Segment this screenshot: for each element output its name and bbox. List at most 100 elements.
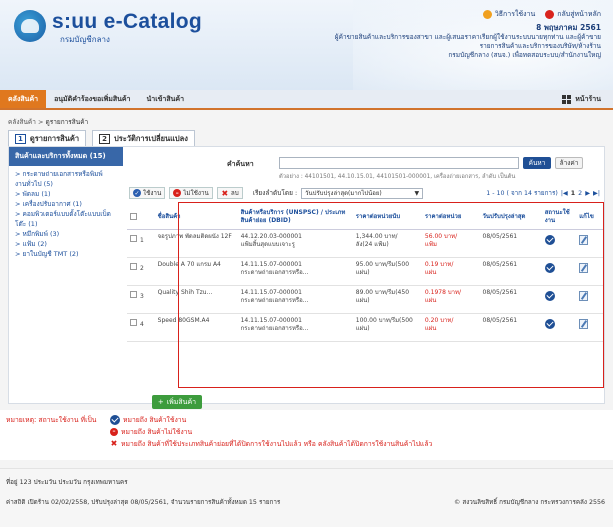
row-checkbox[interactable] (130, 290, 137, 298)
search-input[interactable] (279, 157, 519, 169)
logo-icon[interactable] (14, 10, 46, 42)
col-header[interactable]: ชื่อสินค้า (154, 205, 238, 230)
disable-button[interactable]: – ไม่ใช้งาน (169, 187, 213, 199)
product-name[interactable]: Double A 70 แกรม A4 (154, 257, 238, 286)
col-header[interactable]: สินค้าหรือบริการ (UNSPSC) / ประเภทสินค้า… (237, 205, 353, 230)
row-checkbox[interactable] (130, 318, 137, 326)
storefront-link[interactable]: หน้าร้าน (562, 90, 613, 108)
sidebar-item[interactable]: โต๊ะ (1) (15, 219, 117, 229)
check-icon: ✓ (133, 189, 141, 197)
edit-icon[interactable] (579, 234, 589, 245)
col-header[interactable]: วันปรับปรุงล่าสุด (479, 205, 542, 230)
tab-product-list[interactable]: 1 ดูรายการสินค้า (8, 130, 87, 146)
sub-category: กระดาษถ่ายเอกสารหรือ... (240, 325, 309, 332)
unit-price-cell: 89.00 บาท/รีม(450 แผ่น) (352, 285, 422, 314)
storefront-label: หน้าร้าน (575, 94, 601, 103)
notes-title: หมายเหตุ: สถานะใช้งาน ที่เป็น (6, 416, 97, 424)
org-line: กรมบัญชีกลาง (สนจ.) เพื่อทดสอบระบบ/สำนัก… (448, 51, 601, 59)
breadcrumb-separator: > (38, 118, 44, 126)
row-select-cell: 3 (127, 285, 155, 314)
sort-select[interactable]: วันปรับปรุงล่าสุด(มากไปน้อย) ▼ (301, 187, 424, 199)
tab-history[interactable]: 2 ประวัติการเปลี่ยนแปลง (92, 130, 195, 146)
per-item-price: 0.1978 บาท/ (424, 288, 461, 296)
check-circle-icon (544, 262, 555, 273)
sidebar-item[interactable]: > แฟ้ม (2) (15, 239, 117, 249)
content-area: คำค้นหา ค้นหา ล้างค่า ตัวอย่าง : 4410150… (127, 147, 604, 403)
updated-date: 08/05/2561 (479, 313, 542, 342)
add-product-button[interactable]: + เพิ่มสินค้า (152, 395, 202, 409)
table-row[interactable]: 3 Quality Shih Tzu... 14.11.15.07-000001 กร… (127, 285, 604, 314)
add-product-label: เพิ่มสินค้า (166, 397, 197, 406)
check-circle-icon (110, 414, 120, 425)
table-row[interactable]: 2 Double A 70 แกรม A4 14.11.15.07-000001 กร… (127, 257, 604, 286)
page-number[interactable]: 2 (578, 190, 582, 197)
breadcrumb-root[interactable]: คลังสินค้า (8, 118, 36, 126)
nav-item-warehouse[interactable]: คลังสินค้า (0, 90, 47, 108)
col-header[interactable]: สถานะใช้งาน (541, 205, 577, 230)
updated-date: 08/05/2561 (479, 285, 542, 314)
product-name[interactable]: จอรูปภาพ พัดลมติดผนัง 12F (154, 229, 238, 258)
unit-price-cell: 95.00 บาท/รีม(500 แผ่น) (352, 257, 422, 286)
next-page-icon[interactable]: ▶ (585, 190, 590, 197)
unit-price-unit: แผ่น) (355, 269, 370, 276)
row-select-cell: 1 (127, 229, 155, 258)
sidebar-item[interactable]: > กระดาษถ่ายเอกสารหรือพิมพ์ (15, 169, 117, 179)
col-header: แก้ไข (576, 205, 604, 230)
disable-label: ไม่ใช้งาน (183, 190, 209, 197)
manual-link[interactable]: วิธีการใช้งาน (482, 9, 536, 20)
product-name[interactable]: Quality Shih Tzu... (154, 285, 238, 314)
logo-title[interactable]: s:uu e-Catalog (52, 10, 202, 34)
home-link[interactable]: กลับสู่หน้าหลัก (545, 9, 601, 20)
sidebar-item[interactable]: งานทั่วไป (5) (15, 179, 117, 189)
clear-button[interactable]: ล้างค่า (555, 157, 583, 169)
sidebar-item[interactable]: > เครื่องปรับอากาศ (1) (15, 199, 117, 209)
manual-link-label: วิธีการใช้งาน (494, 10, 536, 18)
nav-item-approve[interactable]: อนุมัติคำร้องขอเพิ่มสินค้า (46, 90, 138, 108)
col-header[interactable]: ราคาต่อหน่วยนับ (352, 205, 422, 230)
close-icon: ✖ (110, 439, 118, 448)
status-cell (541, 313, 577, 342)
page-number[interactable]: 1 (571, 190, 575, 197)
product-name[interactable]: Speed 80GSM.A4 (154, 313, 238, 342)
product-code-cell: 14.11.15.07-000001 กระดาษถ่ายเอกสารหรือ..… (237, 285, 353, 314)
sidebar-item[interactable]: > คอมพิวเตอร์แบบตั้งโต๊ะแบบเบ็ด (15, 209, 117, 219)
note-text: หมายถึง สินค้าใช้งาน (123, 416, 187, 424)
last-page-icon[interactable]: ▶| (593, 190, 600, 197)
note-disabled: – หมายถึง สินค้าไม่ใช้งาน (110, 426, 192, 437)
col-header[interactable]: ราคาต่อหน่วย (421, 205, 480, 230)
updated-date: 08/05/2561 (479, 229, 542, 258)
sidebar-item[interactable]: > หมึกพิมพ์ (3) (15, 229, 117, 239)
sidebar-item[interactable]: > พัดลม (1) (15, 189, 117, 199)
edit-icon[interactable] (579, 318, 589, 329)
chevron-down-icon: ▼ (414, 189, 420, 197)
breadcrumb-current: ดูรายการสินค้า (45, 118, 89, 126)
sidebar-item[interactable]: > ยาในบัญชี TMT (2) (15, 249, 117, 259)
product-code-cell: 14.11.15.07-000001 กระดาษถ่ายเอกสารหรือ..… (237, 313, 353, 342)
table-row[interactable]: 1 จอรูปภาพ พัดลมติดผนัง 12F 44.12.20.03-00… (127, 229, 604, 258)
home-icon (545, 10, 555, 19)
edit-icon[interactable] (579, 262, 589, 273)
row-number: 4 (140, 320, 144, 328)
nav-item-import[interactable]: นำเข้าสินค้า (139, 90, 193, 108)
edit-cell (576, 313, 604, 342)
legend-notes: หมายเหตุ: สถานะใช้งาน ที่เป็น หมายถึง สิ… (0, 410, 613, 460)
sub-category: กระดาษถ่ายเอกสารหรือ... (240, 297, 309, 304)
breadcrumb: คลังสินค้า > ดูรายการสินค้า (8, 117, 88, 127)
logo-subtitle: กรมบัญชีกลาง (60, 35, 110, 44)
enable-button[interactable]: ✓ ใช้งาน (129, 187, 166, 199)
edit-icon[interactable] (579, 290, 589, 301)
select-all-checkbox[interactable] (130, 212, 137, 220)
check-circle-icon (544, 290, 555, 301)
row-checkbox[interactable] (130, 262, 137, 270)
per-item-price-cell: 56.00 บาท/แฟ้ม (421, 229, 480, 258)
tab-label: ดูรายการสินค้า (29, 133, 80, 143)
table-row[interactable]: 4 Speed 80GSM.A4 14.11.15.07-000001 กระดาษถ… (127, 313, 604, 342)
sidebar-header[interactable]: สินค้าและบริการทั้งหมด (15) (9, 147, 123, 166)
unspsc-code: 14.11.15.07-000001 (240, 260, 302, 268)
delete-label: ลบ (230, 190, 239, 197)
first-page-icon[interactable]: |◀ (561, 190, 568, 197)
search-button[interactable]: ค้นหา (523, 157, 551, 169)
row-checkbox[interactable] (130, 234, 137, 242)
tab-bar: 1 ดูรายการสินค้า 2 ประวัติการเปลี่ยนแปลง (8, 130, 195, 146)
delete-button[interactable]: ✖ ลบ (216, 187, 243, 199)
